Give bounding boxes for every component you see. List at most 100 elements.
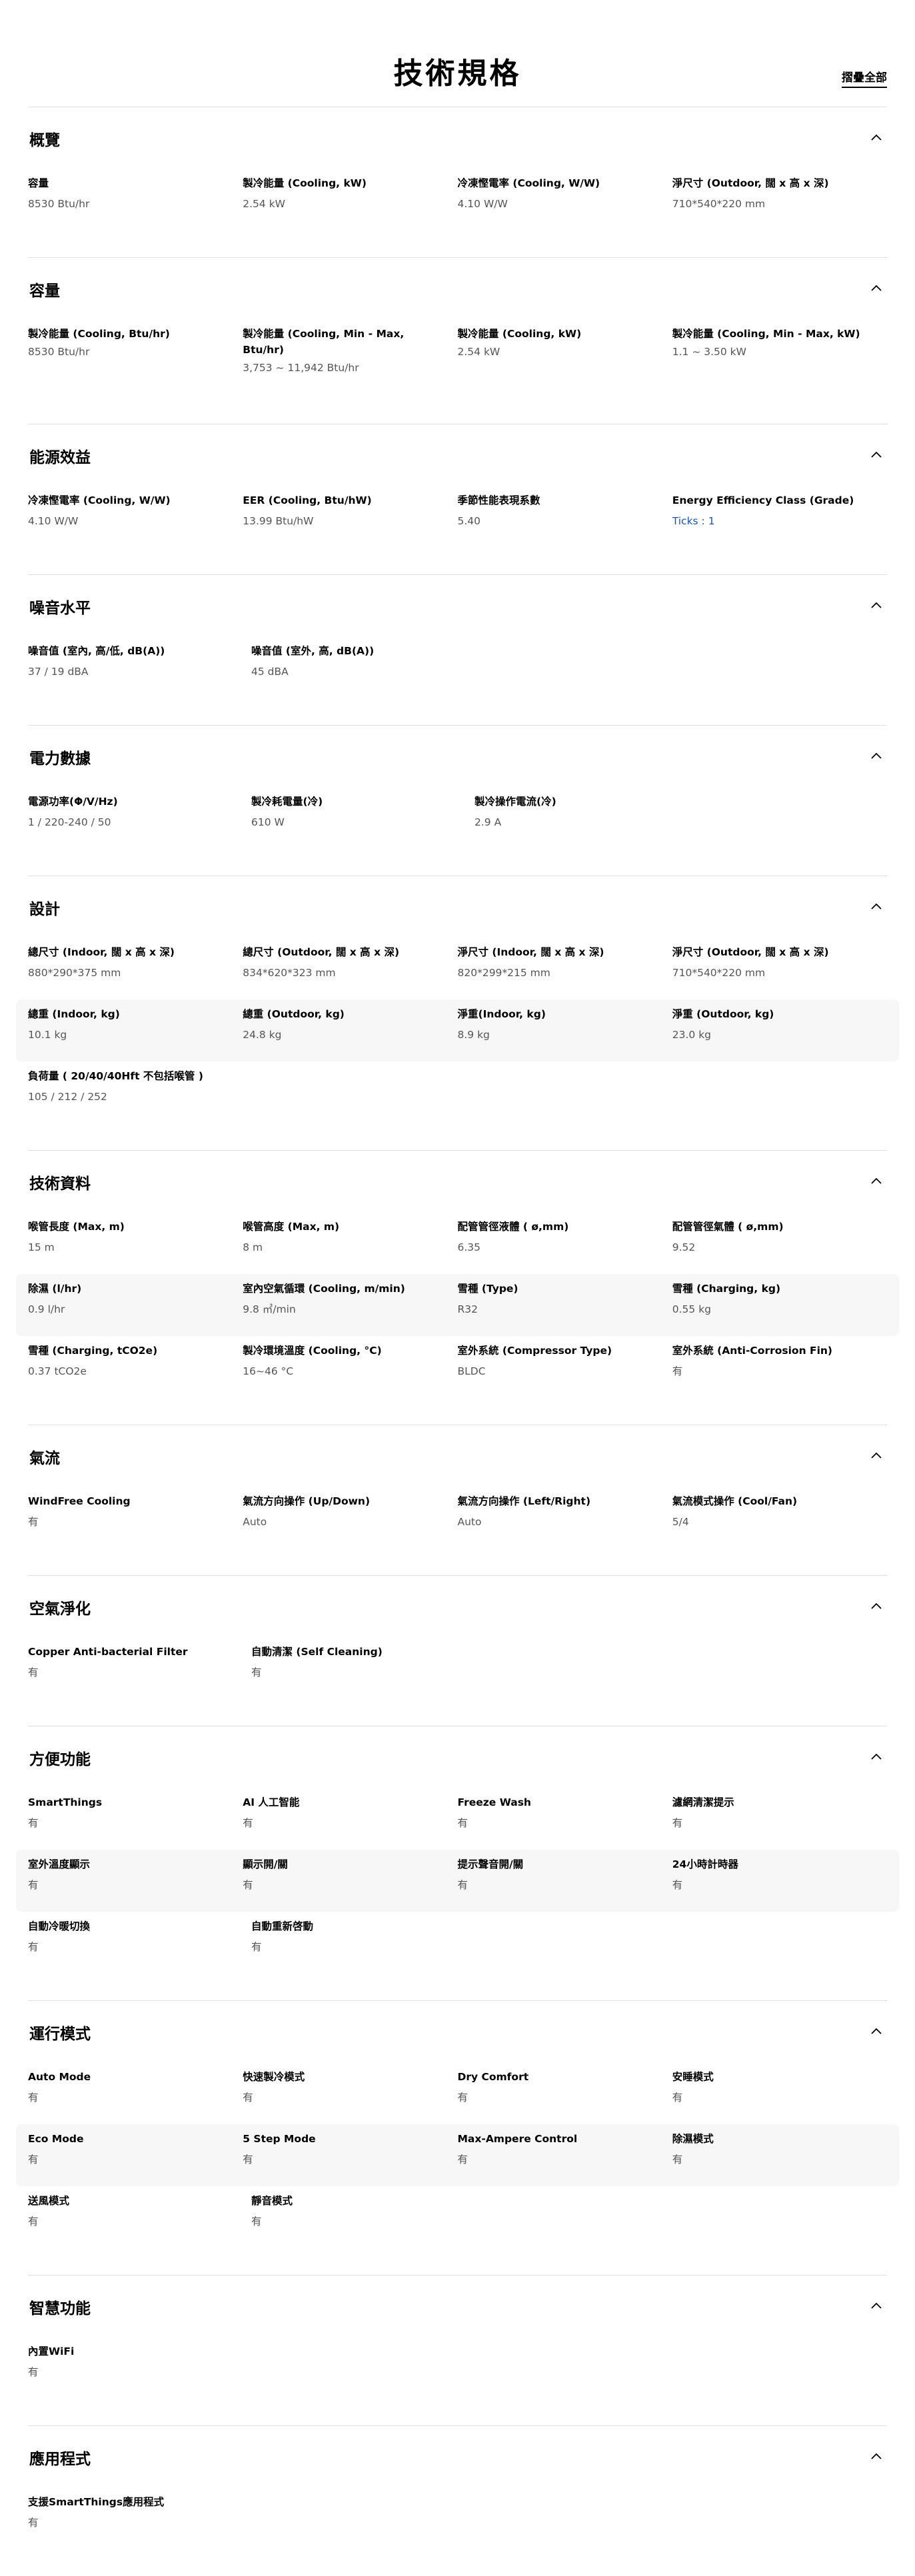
section-title: 運行模式 (29, 2026, 91, 2043)
spec-item: 製冷能量 (Cooling, kW) 2.54 kW (458, 319, 672, 397)
spec-item: 自動重新啓動有 (251, 1912, 474, 1974)
spec-value: 24.8 kg (243, 1029, 282, 1041)
spec-value: 有 (28, 1879, 39, 1891)
section-header[interactable]: 設計 (28, 876, 887, 938)
chevron-up-icon[interactable] (868, 130, 884, 146)
spec-row: 電源功率(Φ/V/Hz) 1 / 220-240 / 50 製冷耗電量(冷) 610 … (16, 787, 899, 849)
section-header[interactable]: 容量 (28, 258, 887, 319)
spec-label: 靜音模式 (251, 2195, 293, 2207)
spec-label: Eco Mode (28, 2133, 84, 2145)
spec-value: 8530 Btu/hr (28, 346, 90, 358)
section-header[interactable]: 電力數據 (28, 726, 887, 787)
section-header[interactable]: 智慧功能 (28, 2275, 887, 2337)
spec-section: 技術資料 喉管長度 (Max, m) 15 m 喉管高度 (Max, m) 8 m 配管管… (16, 1150, 899, 1425)
spec-item: 製冷操作電流(冷) 2.9 A (474, 787, 698, 849)
spec-label: 室外溫度顯示 (28, 1858, 91, 1870)
spec-value: 有 (672, 2092, 683, 2104)
spec-value: 有 (251, 2216, 262, 2228)
spec-row: Eco Mode 有 5 Step Mode 有 Max-Ampere Control 有… (16, 2124, 899, 2186)
section-title: 容量 (29, 283, 60, 300)
chevron-up-icon[interactable] (868, 748, 884, 764)
spec-item: 氣流方向操作 (Left/Right) Auto (458, 1487, 672, 1549)
spec-item: 淨重(Indoor, kg) 8.9 kg (458, 999, 672, 1061)
section-header[interactable]: 技術資料 (28, 1151, 887, 1212)
spec-label: 室外系統 (Compressor Type) (457, 1345, 612, 1357)
chevron-up-icon[interactable] (868, 1448, 884, 1464)
spec-section: 電力數據 電源功率(Φ/V/Hz) 1 / 220-240 / 50 製冷耗電量(冷)… (28, 725, 887, 876)
spec-value: 有 (457, 2092, 468, 2104)
spec-value: 23.0 kg (672, 1029, 712, 1041)
spec-label: WindFree Cooling (28, 1495, 131, 1507)
section-title: 方便功能 (29, 1751, 91, 1768)
spec-value[interactable]: Ticks : 1 (672, 514, 871, 528)
collapse-all-button[interactable]: 摺疊全部 (842, 68, 887, 88)
spec-label: 24小時計時器 (672, 1858, 738, 1870)
spec-item: 總重 (Outdoor, kg) 24.8 kg (243, 999, 457, 1061)
chevron-up-icon[interactable] (868, 1749, 884, 1765)
spec-label: 雪種 (Charging, kg) (672, 1283, 781, 1295)
spec-item: EER (Cooling, Btu/hW) 13.99 Btu/hW (243, 486, 457, 548)
spec-value: 4.10 W/W (457, 198, 508, 210)
spec-item: 靜音模式有 (251, 2186, 474, 2248)
section-header[interactable]: 方便功能 (28, 1726, 887, 1788)
spec-label: 喉管長度 (Max, m) (28, 1221, 125, 1233)
spec-section: 智慧功能 內置WiFi 有 (28, 2275, 887, 2425)
spec-value: 105 / 212 / 252 (28, 1091, 107, 1103)
chevron-up-icon[interactable] (868, 447, 884, 463)
spec-label: 送風模式 (28, 2195, 70, 2207)
chevron-up-icon[interactable] (868, 899, 884, 915)
chevron-up-icon[interactable] (868, 281, 884, 297)
spec-label: 製冷耗電量(冷) (251, 796, 323, 808)
spec-section: 運行模式 Auto Mode 有快速製冷模式有 Dry Comfort 有安睡模式有 Ec… (16, 2000, 899, 2275)
section-header[interactable]: 概覽 (28, 107, 887, 169)
spec-value: 8530 Btu/hr (28, 198, 90, 210)
spec-value: 有 (243, 2092, 253, 2104)
spec-item: AI 人工智能有 (243, 1788, 457, 1850)
spec-section: 設計 總尺寸 (Indoor, 闊 x 高 x 深) 880*290*375 mm 總… (16, 876, 899, 1150)
spec-value: 4.10 W/W (28, 515, 79, 527)
spec-label: 自動重新啓動 (251, 1920, 314, 1932)
section-header[interactable]: 空氣淨化 (28, 1576, 887, 1637)
spec-label: 負荷量 ( 20/40/40Hft 不包括喉管 ) (28, 1070, 203, 1082)
spec-item: 總尺寸 (Indoor, 闊 x 高 x 深) 880*290*375 mm (28, 938, 243, 999)
chevron-up-icon[interactable] (868, 598, 884, 614)
chevron-up-icon[interactable] (868, 2024, 884, 2040)
section-header[interactable]: 應用程式 (28, 2426, 887, 2487)
spec-label: 雪種 (Type) (457, 1283, 518, 1295)
section-header[interactable]: 噪音水平 (28, 575, 887, 636)
spec-item: WindFree Cooling 有 (28, 1487, 243, 1549)
spec-section: 能源效益 冷凍慳電率 (Cooling, W/W) 4.10 W/W EER (Coo… (28, 424, 887, 574)
spec-label: 室內空氣循環 (Cooling, m/min) (243, 1283, 405, 1295)
chevron-up-icon[interactable] (868, 2449, 884, 2465)
spec-value: 1.1 ~ 3.50 kW (672, 346, 746, 358)
spec-label: 雪種 (Charging, tCO2e) (28, 1345, 158, 1357)
section-title: 噪音水平 (29, 600, 91, 617)
spec-label: 淨尺寸 (Outdoor, 闊 x 高 x 深) (672, 946, 829, 958)
spec-item: 快速製冷模式有 (243, 2062, 457, 2124)
spec-page: 技術規格 摺疊全部 概覽 容量 8530 Btu/hr 製冷能量 (Cooling, … (0, 0, 915, 2529)
spec-row: 喉管長度 (Max, m) 15 m 喉管高度 (Max, m) 8 m 配管管徑液體 … (16, 1212, 899, 1274)
spec-section: 空氣淨化 Copper Anti-bacterial Filter 有自動清潔 (S… (28, 1575, 887, 1726)
spec-value: 610 W (251, 816, 285, 828)
chevron-up-icon[interactable] (868, 1599, 884, 1614)
spec-value: R32 (457, 1303, 478, 1315)
spec-value: 820*299*215 mm (457, 967, 550, 979)
spec-item: 送風模式有 (28, 2186, 251, 2248)
section-header[interactable]: 能源效益 (28, 424, 887, 486)
section-title: 概覽 (29, 132, 60, 149)
chevron-up-icon[interactable] (868, 2298, 884, 2314)
spec-value: 6.35 (457, 1241, 481, 1253)
spec-item: Copper Anti-bacterial Filter 有 (28, 1637, 251, 1699)
section-header[interactable]: 氣流 (28, 1425, 887, 1487)
spec-item: 支援SmartThings應用程式有 (28, 2487, 251, 2549)
spec-item: 室外溫度顯示有 (28, 1850, 243, 1912)
chevron-up-icon[interactable] (868, 1173, 884, 1189)
spec-item: 5 Step Mode 有 (243, 2124, 457, 2186)
section-header[interactable]: 運行模式 (28, 2001, 887, 2062)
spec-label: 淨尺寸 (Outdoor, 闊 x 高 x 深) (672, 177, 829, 189)
spec-label: 製冷環境溫度 (Cooling, °C) (243, 1345, 382, 1357)
spec-value: 有 (243, 1879, 253, 1891)
section-title: 能源效益 (29, 449, 91, 466)
